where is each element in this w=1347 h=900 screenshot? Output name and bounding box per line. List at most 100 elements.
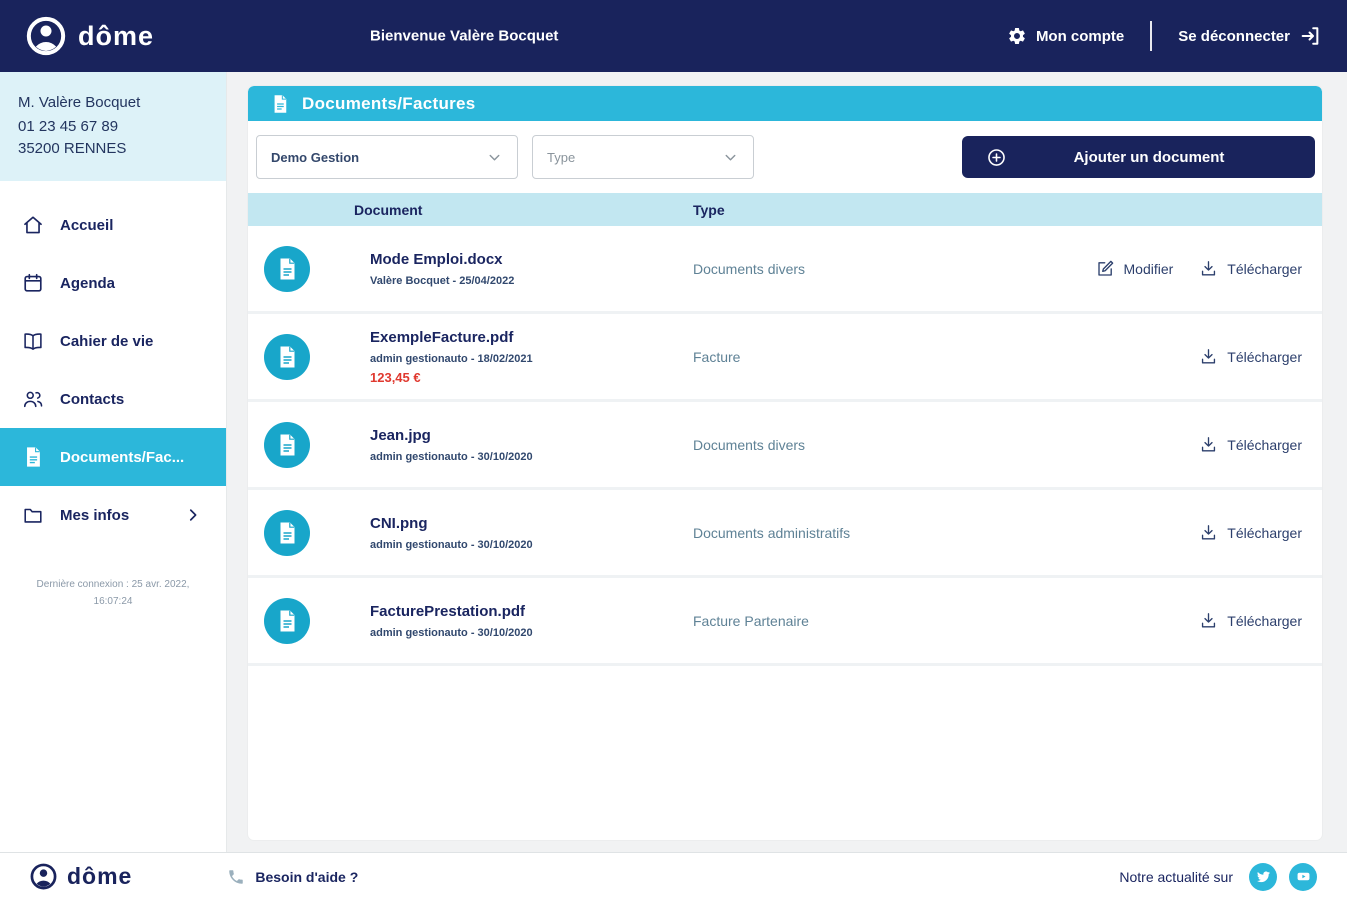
document-name: CNI.png [370,514,428,532]
document-meta: admin gestionauto - 30/10/2020 [370,450,533,463]
user-info-box: M. Valère Bocquet 01 23 45 67 89 35200 R… [0,72,226,182]
gestion-select[interactable]: Demo Gestion [256,135,518,179]
user-city: 35200 RENNES [18,139,127,157]
add-document-label: Ajouter un document [1073,148,1225,166]
sidebar-item-documents-fac[interactable]: Documents/Fac... [0,428,226,487]
sidebar-item-label: Documents/Fac... [60,448,185,466]
type-select-value: Type [547,149,576,165]
add-document-button[interactable]: Ajouter un document [962,136,1315,178]
sidebar-item-contacts[interactable]: Contacts [0,370,226,428]
logout-icon [1299,25,1321,47]
gear-icon [1007,26,1027,46]
footer-social: Notre actualité sur [1119,862,1317,891]
action-label: Télécharger [1227,260,1302,277]
sidebar-item-label: Cahier de vie [60,332,154,350]
document-icon [22,446,44,468]
footer: dôme Besoin d'aide ? Notre actualité sur [0,852,1347,900]
document-type: Documents divers [693,436,806,453]
sidebar-item-label: Accueil [60,216,114,234]
home-icon [22,214,44,236]
column-header-type: Type [693,201,725,218]
sidebar-item-mes-infos[interactable]: Mes infos [0,486,226,544]
chevron-down-icon [486,149,503,166]
row-actions: Télécharger [1199,435,1302,454]
document-type: Facture Partenaire [693,612,809,629]
user-name: M. Valère Bocquet [18,94,141,111]
table-row: CNI.png admin gestionauto - 30/10/2020 Doc… [248,490,1322,578]
row-actions: Télécharger [1199,523,1302,542]
download-button[interactable]: Télécharger [1199,435,1302,454]
table-header: Document Type [248,193,1322,226]
table-row: Jean.jpg admin gestionauto - 30/10/2020 Do… [248,402,1322,490]
row-actions: Télécharger [1199,611,1302,630]
document-cell: Jean.jpg admin gestionauto - 30/10/2020 [248,421,693,468]
document-file-icon [264,597,310,644]
document-meta: admin gestionauto - 30/10/2020 [370,626,533,639]
download-button[interactable]: Télécharger [1199,347,1302,366]
document-cell: CNI.png admin gestionauto - 30/10/2020 [248,509,693,556]
phone-icon [227,868,245,886]
action-label: Télécharger [1227,436,1302,453]
document-file-icon [264,245,310,292]
sidebar: M. Valère Bocquet 01 23 45 67 89 35200 R… [0,72,227,852]
document-name: FacturePrestation.pdf [370,602,526,620]
dome-logo-icon [26,16,66,56]
sidebar-item-cahier-de-vie[interactable]: Cahier de vie [0,312,226,370]
sidebar-item-agenda[interactable]: Agenda [0,254,226,312]
download-button[interactable]: Télécharger [1199,523,1302,542]
table-body: Mode Emploi.docx Valère Bocquet - 25/04/2… [248,226,1322,666]
folder-icon [22,504,44,526]
app-window: dôme Bienvenue Valère Bocquet Mon compte… [0,0,1347,900]
chevron-down-icon [722,149,739,166]
news-label: Notre actualité sur [1119,868,1233,885]
sidebar-item-accueil[interactable]: Accueil [0,196,226,254]
document-cell: ExempleFacture.pdf admin gestionauto - 18… [248,329,693,385]
twitter-icon [1256,869,1271,884]
last-connection-text: Dernière connexion : 25 avr. 2022, 16:07… [36,579,190,608]
youtube-button[interactable] [1289,862,1317,891]
document-price: 123,45 € [370,369,421,385]
document-meta: admin gestionauto - 18/02/2021 [370,352,533,365]
download-button[interactable]: Télécharger [1199,259,1302,278]
action-label: Télécharger [1227,612,1302,629]
brand-name: dôme [78,20,155,51]
calendar-icon [22,272,44,294]
plus-circle-icon [986,147,1007,168]
documents-card: Documents/Factures Demo Gestion Type Ajo… [248,86,1322,840]
footer-brand: dôme [30,863,132,890]
action-label: Télécharger [1227,348,1302,365]
footer-brand-name: dôme [67,863,133,889]
modify-button[interactable]: Modifier [1096,259,1173,278]
document-file-icon [264,421,310,468]
dome-logo-icon [30,863,57,890]
twitter-button[interactable] [1249,862,1277,891]
document-cell: FacturePrestation.pdf admin gestionauto -… [248,597,693,644]
document-meta: admin gestionauto - 30/10/2020 [370,538,533,551]
document-icon [270,94,290,114]
document-type: Documents administratifs [693,524,851,541]
row-actions: Télécharger [1199,347,1302,366]
gestion-select-value: Demo Gestion [271,149,360,165]
my-account-button[interactable]: Mon compte [1007,26,1124,46]
edit-icon [1096,259,1115,278]
brand-logo[interactable]: dôme [26,16,154,56]
sidebar-item-label: Agenda [60,274,116,292]
logout-button[interactable]: Se déconnecter [1178,25,1321,47]
download-icon [1199,259,1218,278]
document-type: Documents divers [693,260,806,277]
download-icon [1199,523,1218,542]
page-title-bar: Documents/Factures [248,86,1322,121]
help-link[interactable]: Besoin d'aide ? [227,868,358,886]
topbar-divider [1150,21,1153,51]
main-area: Documents/Factures Demo Gestion Type Ajo… [227,72,1347,852]
type-select[interactable]: Type [532,135,754,179]
row-actions: Modifier Télécharger [1096,259,1302,278]
logout-label: Se déconnecter [1178,27,1290,45]
sidebar-menu: Accueil Agenda Cahier de vie Contacts Docume… [0,196,226,544]
download-button[interactable]: Télécharger [1199,611,1302,630]
sidebar-item-label: Contacts [60,390,125,408]
document-name: ExempleFacture.pdf [370,328,514,346]
column-header-document: Document [354,201,423,218]
download-icon [1199,347,1218,366]
document-file-icon [264,509,310,556]
